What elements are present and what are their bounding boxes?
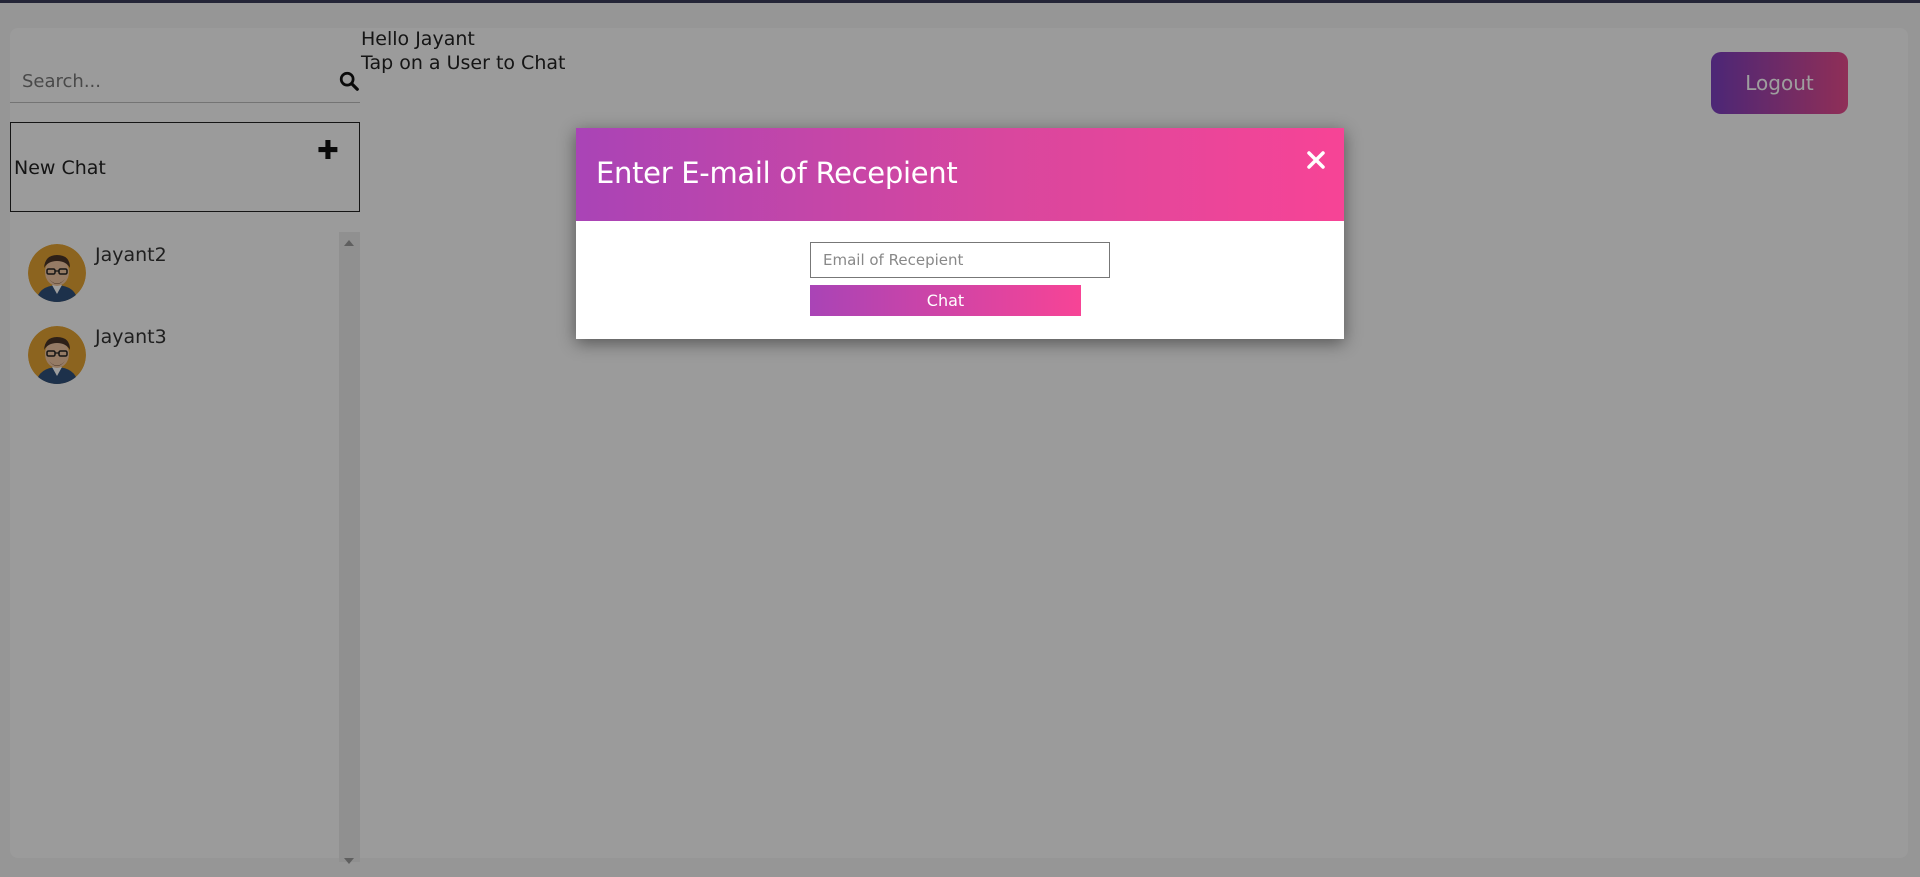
- recipient-email-input[interactable]: [810, 242, 1110, 278]
- new-chat-modal: Enter E-mail of Recepient Chat: [576, 128, 1344, 339]
- modal-title: Enter E-mail of Recepient: [596, 156, 958, 190]
- close-icon[interactable]: [1304, 148, 1328, 172]
- modal-header: Enter E-mail of Recepient: [576, 128, 1344, 221]
- chat-button[interactable]: Chat: [810, 285, 1081, 316]
